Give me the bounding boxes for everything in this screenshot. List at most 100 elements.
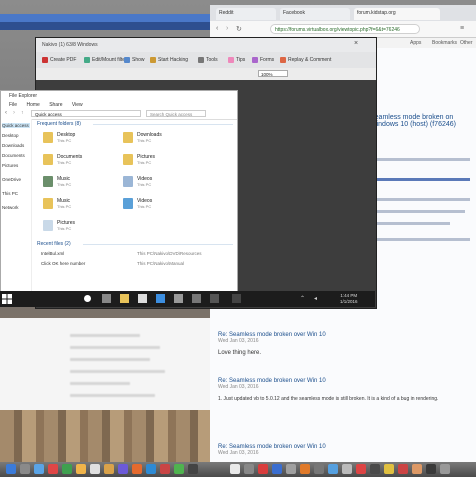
forward-icon[interactable]: › [13, 110, 15, 116]
nav-quick-access[interactable]: Quick access [2, 123, 30, 128]
edit-icon [84, 56, 90, 63]
edit-mount-button[interactable]: Edit/Mount filter [84, 55, 127, 65]
ribbon-tab-file[interactable]: File [9, 102, 17, 108]
back-icon[interactable]: ‹ [216, 25, 218, 32]
app-icon[interactable] [244, 464, 254, 474]
bookmark-item[interactable]: Other [460, 40, 473, 46]
reload-icon[interactable]: ↻ [236, 25, 242, 33]
search-icon[interactable] [84, 295, 91, 302]
folder-item[interactable]: Pictures This PC [123, 153, 203, 169]
app-icon[interactable] [412, 464, 422, 474]
folder-item[interactable]: Videos This PC [123, 197, 203, 213]
nav-downloads[interactable]: Downloads [2, 143, 24, 148]
volume-icon[interactable]: ◂ [314, 295, 317, 302]
app-icon[interactable] [132, 464, 142, 474]
app-icon[interactable] [118, 464, 128, 474]
app-icon[interactable] [48, 464, 58, 474]
app-icon[interactable] [300, 464, 310, 474]
app-icon[interactable] [258, 464, 268, 474]
forms-button[interactable]: Forms [252, 55, 274, 65]
folder-item[interactable]: Pictures This PC [43, 219, 123, 235]
recent-file-item[interactable]: IntelBul.xml This PC\Nakivo\DVD\Resource… [41, 251, 202, 256]
file-explorer-window: File Explorer File Home Share View ‹ › ↑… [0, 90, 238, 302]
nav-this-pc[interactable]: This PC [2, 191, 18, 196]
nav-pictures[interactable]: Pictures [2, 163, 18, 168]
app-icon[interactable] [174, 294, 183, 303]
folder-item[interactable]: Desktop This PC [43, 131, 123, 147]
app-icon[interactable] [328, 464, 338, 474]
nav-desktop[interactable]: Desktop [2, 133, 19, 138]
bookmark-item[interactable]: Bookmarks [432, 40, 457, 46]
replay-comment-button[interactable]: Replay & Comment [280, 55, 331, 65]
folder-item[interactable]: Documents This PC [43, 153, 123, 169]
app-icon[interactable] [356, 464, 366, 474]
app-icon[interactable] [188, 464, 198, 474]
nav-onedrive[interactable]: OneDrive [2, 177, 21, 182]
app-icon[interactable] [76, 464, 86, 474]
app-icon[interactable] [342, 464, 352, 474]
file-explorer-icon[interactable] [120, 294, 129, 303]
ribbon-tab-home[interactable]: Home [26, 102, 39, 108]
app-icon[interactable] [286, 464, 296, 474]
tools-button[interactable]: Tools [198, 55, 218, 65]
calendar-icon[interactable] [90, 464, 100, 474]
browser-tab[interactable]: Facebook [280, 8, 350, 20]
nav-documents[interactable]: Documents [2, 153, 25, 158]
app-icon[interactable] [232, 294, 241, 303]
safari-icon[interactable] [34, 464, 44, 474]
app-icon[interactable] [104, 464, 114, 474]
app-icon[interactable] [62, 464, 72, 474]
app-icon[interactable] [314, 464, 324, 474]
app-icon[interactable] [384, 464, 394, 474]
close-icon[interactable]: × [354, 40, 358, 47]
trash-icon[interactable] [440, 464, 450, 474]
edge-icon[interactable] [156, 294, 165, 303]
folder-item[interactable]: Music This PC [43, 197, 123, 213]
app-icon[interactable] [192, 294, 201, 303]
app-icon[interactable] [398, 464, 408, 474]
browser-tab[interactable]: Reddit [216, 8, 276, 20]
store-icon[interactable] [138, 294, 147, 303]
recent-files-header[interactable]: Recent files (2) [37, 241, 71, 247]
folder-item[interactable]: Music This PC [43, 175, 123, 191]
address-bar[interactable]: https://forums.virtualbox.org/viewtopic.… [270, 24, 420, 34]
explorer-search-input[interactable]: Search Quick access [146, 110, 206, 117]
app-icon[interactable] [174, 464, 184, 474]
downloads-folder-icon [123, 132, 133, 143]
up-icon[interactable]: ↑ [21, 110, 24, 116]
finder-icon[interactable] [6, 464, 16, 474]
app-icon[interactable] [272, 464, 282, 474]
app-icon[interactable] [210, 294, 219, 303]
explorer-path-bar[interactable]: Quick access [31, 110, 141, 117]
launchpad-icon[interactable] [20, 464, 30, 474]
app-icon[interactable] [230, 464, 240, 474]
ribbon-tab-view[interactable]: View [72, 102, 83, 108]
recent-file-item[interactable]: Click OK here number This PC\Nakivo\Manu… [41, 261, 184, 266]
bookmark-item[interactable]: Apps [410, 40, 421, 46]
create-pdf-button[interactable]: Create PDF [42, 55, 76, 65]
app-icon[interactable] [146, 464, 156, 474]
forward-icon[interactable]: › [226, 25, 228, 32]
task-view-icon[interactable] [102, 294, 111, 303]
menu-icon[interactable]: ≡ [460, 25, 464, 32]
recent-file-name: IntelBul.xml [41, 251, 65, 256]
ribbon-tab-share[interactable]: Share [49, 102, 62, 108]
zoom-select[interactable]: 100% [258, 70, 288, 77]
nav-network[interactable]: Network [2, 205, 19, 210]
app-icon[interactable] [426, 464, 436, 474]
app-icon[interactable] [370, 464, 380, 474]
tips-button[interactable]: Tips [228, 55, 245, 65]
show-button[interactable]: Show [124, 55, 145, 65]
windows-start-icon[interactable] [2, 294, 12, 304]
back-icon[interactable]: ‹ [5, 110, 7, 116]
network-icon[interactable]: ⌃ [300, 295, 305, 302]
frequent-folders-header[interactable]: Frequent folders (8) [37, 121, 81, 127]
start-hacking-button[interactable]: Start Hacking [150, 55, 188, 65]
browser-tab-active[interactable]: forum.kidstap.org [354, 8, 440, 20]
folder-location: This PC [57, 204, 72, 209]
taskbar-clock[interactable]: 1:44 PM 1/1/2016 [340, 293, 358, 305]
folder-item[interactable]: Downloads This PC [123, 131, 203, 147]
folder-item[interactable]: Videos This PC [123, 175, 203, 191]
thread-title[interactable]: Seamless mode broken on Windows 10 (host… [370, 114, 470, 128]
app-icon[interactable] [160, 464, 170, 474]
